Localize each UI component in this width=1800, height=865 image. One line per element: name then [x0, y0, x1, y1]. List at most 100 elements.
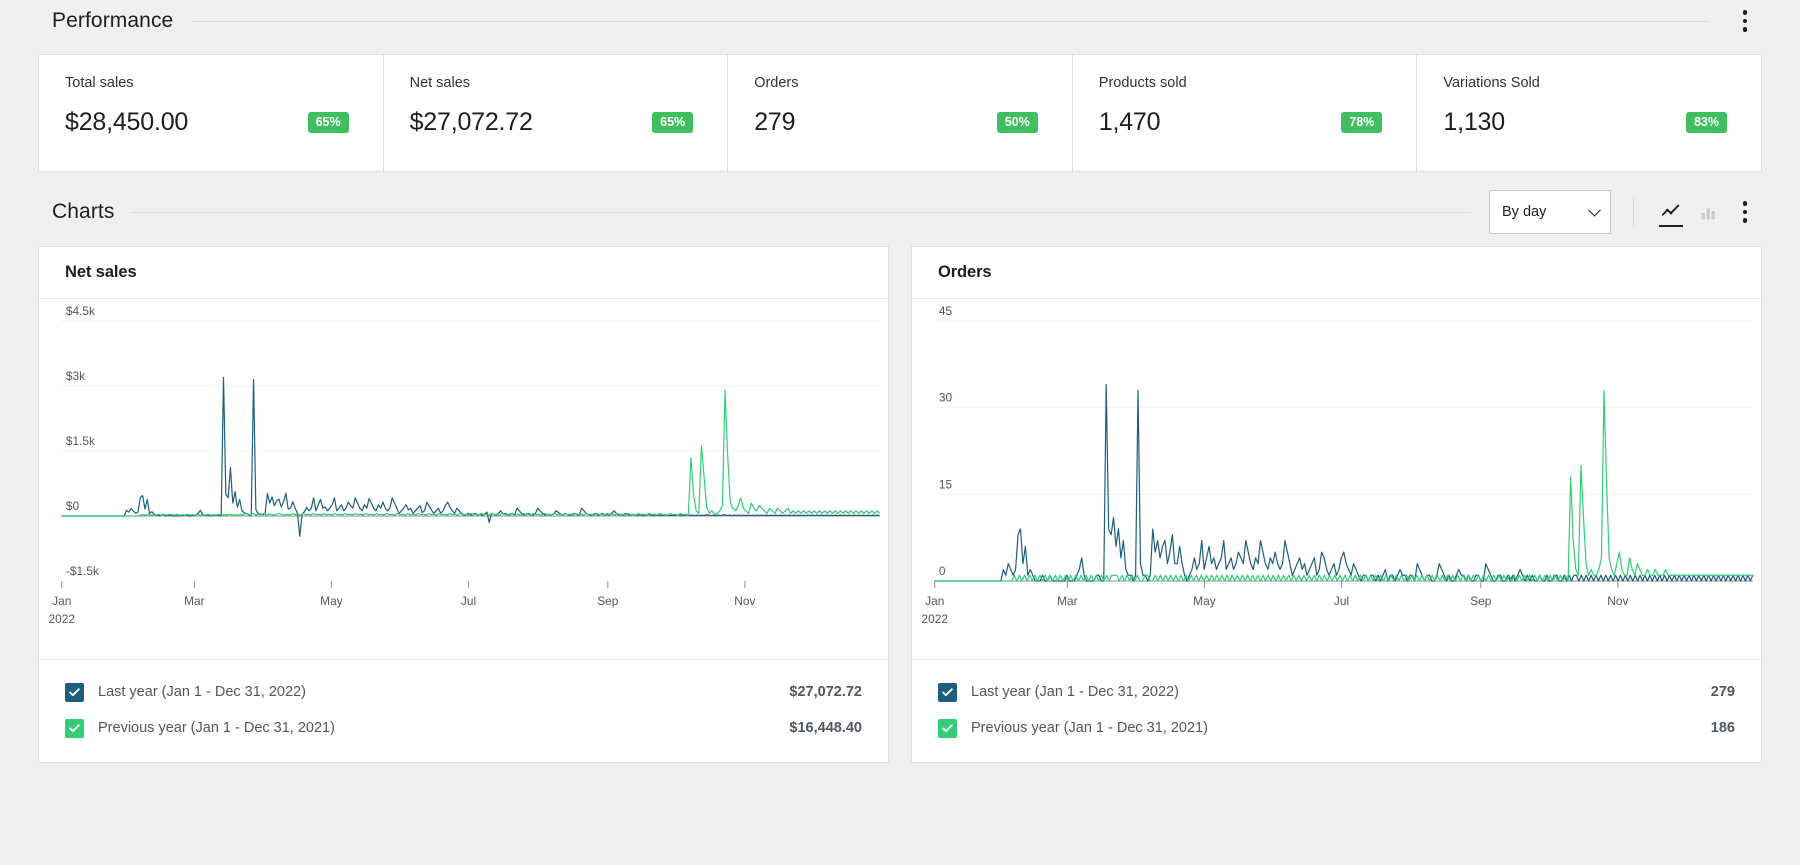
performance-card-delta-badge: 65%	[652, 112, 693, 134]
performance-title: Performance	[52, 9, 173, 33]
svg-text:$3k: $3k	[66, 370, 85, 383]
legend-checkbox[interactable]	[938, 683, 957, 702]
svg-text:15: 15	[939, 479, 953, 492]
charts-title: Charts	[52, 200, 114, 224]
performance-card-label: Total sales	[65, 75, 357, 91]
legend-label: Previous year (Jan 1 - Dec 31, 2021)	[98, 720, 789, 736]
performance-card: Products sold 1,470 78%	[1073, 55, 1418, 171]
legend-checkbox[interactable]	[65, 683, 84, 702]
check-icon	[68, 722, 81, 735]
ellipsis-vertical-icon	[1743, 218, 1748, 223]
svg-text:Mar: Mar	[1057, 595, 1078, 608]
bar-chart-icon	[1698, 201, 1720, 223]
legend-checkbox[interactable]	[65, 719, 84, 738]
performance-card-label: Orders	[754, 75, 1046, 91]
chevron-down-icon	[1588, 204, 1601, 217]
chart-legend: Last year (Jan 1 - Dec 31, 2022)$27,072.…	[39, 659, 888, 762]
charts-menu-button[interactable]	[1728, 195, 1762, 229]
performance-card: Orders 27950%	[728, 55, 1073, 171]
performance-card-label: Products sold	[1099, 75, 1391, 91]
performance-card-value: $27,072.72	[410, 108, 533, 137]
legend-row[interactable]: Last year (Jan 1 - Dec 31, 2022)$27,072.…	[65, 674, 862, 710]
svg-text:Jul: Jul	[1334, 595, 1349, 608]
svg-text:2022: 2022	[49, 613, 75, 626]
legend-row[interactable]: Previous year (Jan 1 - Dec 31, 2021)$16,…	[65, 710, 862, 746]
ellipsis-vertical-icon	[1743, 210, 1748, 215]
toolbar-divider	[1633, 197, 1634, 227]
svg-text:Nov: Nov	[1607, 595, 1628, 608]
svg-text:Mar: Mar	[184, 595, 205, 608]
legend-label: Last year (Jan 1 - Dec 31, 2022)	[971, 684, 1711, 700]
svg-text:45: 45	[939, 305, 953, 318]
svg-text:2022: 2022	[922, 613, 948, 626]
chart-title: Net sales	[65, 263, 137, 282]
svg-text:Sep: Sep	[597, 595, 619, 608]
performance-card-value: 279	[754, 108, 795, 137]
performance-menu-button[interactable]	[1728, 4, 1762, 38]
legend-label: Previous year (Jan 1 - Dec 31, 2021)	[971, 720, 1711, 736]
performance-card-label: Net sales	[410, 75, 702, 91]
svg-text:Nov: Nov	[734, 595, 755, 608]
svg-text:0: 0	[939, 565, 946, 578]
svg-text:$0: $0	[66, 500, 80, 513]
svg-text:May: May	[1193, 595, 1216, 608]
check-icon	[68, 686, 81, 699]
performance-summary-cards: Total sales $28,450.00 65% Net sales $27,072…	[38, 54, 1762, 172]
performance-section-header: Performance	[0, 4, 1800, 38]
performance-card-row: $28,450.00 65%	[65, 108, 357, 137]
chart-card-header: Net sales	[39, 247, 888, 299]
performance-card-delta-badge: 83%	[1686, 112, 1727, 134]
chart-card-header: Orders	[912, 247, 1761, 299]
legend-value: 186	[1711, 720, 1735, 736]
ellipsis-vertical-icon	[1743, 19, 1748, 24]
chart-legend: Last year (Jan 1 - Dec 31, 2022)279Previ…	[912, 659, 1761, 762]
svg-text:Jan: Jan	[925, 595, 944, 608]
svg-text:Jan: Jan	[52, 595, 71, 608]
ellipsis-vertical-icon	[1743, 27, 1748, 32]
performance-card-label: Variations Sold	[1443, 75, 1735, 91]
chart-card: Net sales $4.5k $3k $1.5k $0 -$1.5k Jan 2022 Mar…	[38, 246, 889, 763]
performance-card-value: 1,130	[1443, 108, 1505, 137]
svg-text:Jul: Jul	[461, 595, 476, 608]
charts-divider	[132, 212, 1471, 213]
legend-row[interactable]: Last year (Jan 1 - Dec 31, 2022)279	[938, 674, 1735, 710]
performance-card: Net sales $27,072.72 65%	[384, 55, 729, 171]
legend-value: $16,448.40	[789, 720, 862, 736]
performance-card-delta-badge: 65%	[308, 112, 349, 134]
svg-text:$1.5k: $1.5k	[66, 435, 95, 448]
ellipsis-vertical-icon	[1743, 10, 1748, 15]
charts-toolbar: By day	[1489, 190, 1762, 234]
legend-value: $27,072.72	[789, 684, 862, 700]
interval-select[interactable]: By day	[1489, 190, 1611, 234]
legend-value: 279	[1711, 684, 1735, 700]
bar-chart-toggle[interactable]	[1690, 193, 1728, 231]
performance-card-row: 27950%	[754, 108, 1046, 137]
performance-card-delta-badge: 78%	[1341, 112, 1382, 134]
legend-row[interactable]: Previous year (Jan 1 - Dec 31, 2021)186	[938, 710, 1735, 746]
ellipsis-vertical-icon	[1743, 201, 1748, 206]
performance-card-row: 1,130 83%	[1443, 108, 1735, 137]
performance-card: Variations Sold 1,130 83%	[1417, 55, 1761, 171]
svg-text:30: 30	[939, 392, 953, 405]
svg-text:-$1.5k: -$1.5k	[66, 565, 99, 578]
chart-card: Orders 45 30 15 0 Jan 2022 Mar May Jul Sep Nov Last …	[911, 246, 1762, 763]
svg-text:$4.5k: $4.5k	[66, 305, 95, 318]
interval-select-value: By day	[1502, 204, 1546, 220]
performance-card-value: $28,450.00	[65, 108, 188, 137]
line-chart-icon	[1660, 201, 1682, 223]
performance-card: Total sales $28,450.00 65%	[39, 55, 384, 171]
svg-text:May: May	[320, 595, 343, 608]
check-icon	[941, 722, 954, 735]
chart-title: Orders	[938, 263, 992, 282]
charts-section-header: Charts By day	[0, 182, 1800, 242]
legend-label: Last year (Jan 1 - Dec 31, 2022)	[98, 684, 789, 700]
performance-card-value: 1,470	[1099, 108, 1161, 137]
charts-grid: Net sales $4.5k $3k $1.5k $0 -$1.5k Jan 2022 Mar…	[38, 246, 1762, 763]
legend-checkbox[interactable]	[938, 719, 957, 738]
check-icon	[941, 686, 954, 699]
line-chart-toggle[interactable]	[1652, 193, 1690, 231]
svg-text:Sep: Sep	[1470, 595, 1492, 608]
chart-plot-area: 45 30 15 0 Jan 2022 Mar May Jul Sep Nov	[912, 299, 1761, 659]
performance-divider	[191, 21, 1710, 22]
chart-plot-area: $4.5k $3k $1.5k $0 -$1.5k Jan 2022 Mar May Jul Sep…	[39, 299, 888, 659]
